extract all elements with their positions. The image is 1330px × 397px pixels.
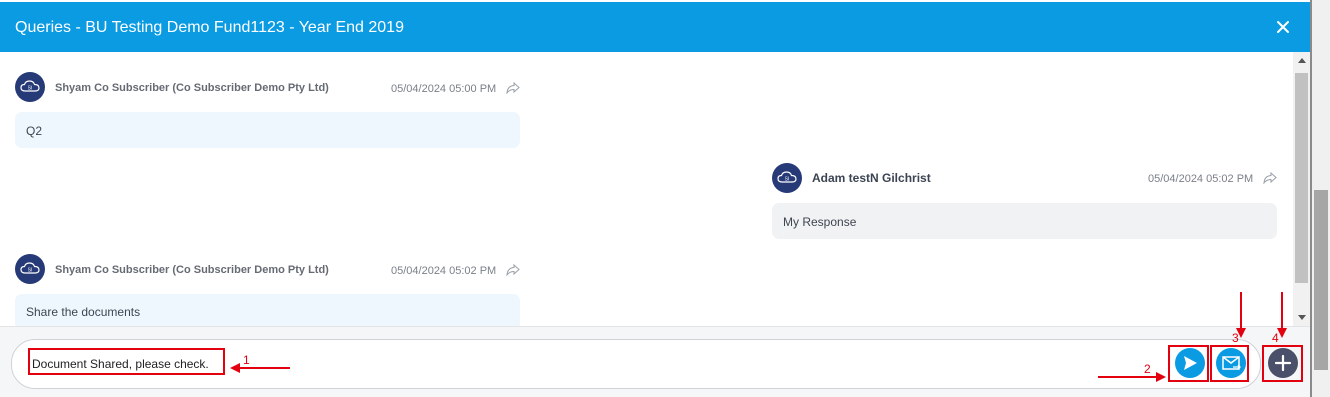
annotation-arrowhead — [230, 363, 240, 373]
annotation-arrowhead — [1236, 328, 1246, 338]
annotation-arrows — [230, 292, 1287, 382]
annotation-arrowhead — [1156, 372, 1166, 382]
annotation-arrowhead — [1277, 328, 1287, 338]
